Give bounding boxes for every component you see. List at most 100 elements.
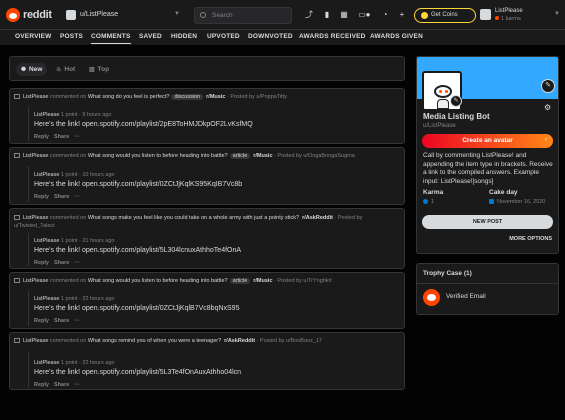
comment-meta-user[interactable]: ListPlease	[34, 238, 59, 244]
posted-by[interactable]: · Posted by u/OogaBoogaSugma	[274, 153, 355, 159]
chat-bubble-icon[interactable]: ●	[363, 10, 373, 20]
comment-card[interactable]: ListPlease commented on What song do you…	[9, 88, 405, 144]
thread-line	[28, 291, 29, 326]
share-button[interactable]: Share	[54, 260, 69, 266]
share-button[interactable]: Share	[54, 382, 69, 388]
thread-line	[28, 166, 29, 202]
commented-on-text: commented on	[49, 278, 87, 284]
profile-card: ✎ ✎ ⚙ Media Listing Bot u/ListPlease Cre…	[416, 56, 559, 254]
sort-new-button[interactable]: ✺ New	[16, 63, 48, 76]
new-post-button[interactable]: NEW POST	[422, 215, 553, 229]
subreddit-link[interactable]: r/Music	[253, 278, 272, 284]
tab-hidden[interactable]: HIDDEN	[171, 33, 197, 40]
post-flair: article	[229, 278, 251, 284]
share-button[interactable]: Share	[54, 318, 69, 324]
comment-meta-user[interactable]: ListPlease	[34, 172, 59, 178]
comment-meta-user[interactable]: ListPlease	[34, 296, 59, 302]
stats-icon[interactable]: ▮	[322, 10, 332, 20]
comment-text: Here's the link! open.spotify.com/playli…	[34, 121, 253, 128]
get-coins-button[interactable]: Get Coins	[414, 8, 476, 23]
comment-author[interactable]: ListPlease	[23, 215, 48, 221]
cakeday-label: Cake day	[489, 189, 518, 196]
comment-card[interactable]: ListPlease commented on What song would …	[9, 147, 405, 205]
comment-author[interactable]: ListPlease	[23, 278, 48, 284]
comment-card[interactable]: ListPlease commented on What songs make …	[9, 208, 405, 269]
sort-new-label: New	[29, 66, 43, 73]
profile-description: Call by commenting ListPlease! and appen…	[423, 152, 553, 185]
reply-button[interactable]: Reply	[34, 382, 49, 388]
posted-by[interactable]: · Posted by u/TrYnghkrl	[274, 278, 332, 284]
more-options-button[interactable]: ···	[74, 134, 80, 140]
top-icon: ▥	[89, 67, 95, 73]
subreddit-link[interactable]: r/AskReddit	[224, 338, 255, 344]
tab-awards-given[interactable]: AWARDS GIVEN	[370, 33, 423, 40]
share-button[interactable]: Share	[54, 134, 69, 140]
comment-meta-user[interactable]: ListPlease	[34, 112, 59, 118]
tab-saved[interactable]: SAVED	[139, 33, 162, 40]
sort-top-button[interactable]: ▥ Top	[84, 63, 114, 76]
edit-avatar-icon[interactable]: ✎	[450, 95, 462, 107]
reply-button[interactable]: Reply	[34, 260, 49, 266]
comment-card[interactable]: ListPlease commented on What songs remin…	[9, 332, 405, 390]
comment-meta: ListPlease 1 point · 10 hours ago	[34, 172, 114, 178]
post-flair: article	[229, 153, 251, 159]
qr-icon[interactable]: ▦	[339, 10, 349, 20]
post-title[interactable]: What song do you feel is perfect?	[88, 94, 170, 100]
search-placeholder: Search	[212, 12, 233, 19]
reply-button[interactable]: Reply	[34, 194, 49, 200]
posted-by[interactable]: · Posted by u/PoppaTitty	[227, 94, 287, 100]
subreddit-link[interactable]: r/AskReddit	[302, 215, 333, 221]
comment-meta-user[interactable]: ListPlease	[34, 360, 59, 366]
thread-line	[28, 107, 29, 141]
tab-overview[interactable]: OVERVIEW	[15, 33, 52, 40]
commented-on-text: commented on	[49, 215, 87, 221]
reply-button[interactable]: Reply	[34, 134, 49, 140]
chevron-right-icon: ›	[544, 136, 547, 143]
reply-button[interactable]: Reply	[34, 318, 49, 324]
user-name: ListPlease	[495, 8, 523, 14]
brand-wordmark[interactable]: reddit	[23, 9, 52, 21]
tab-awards-received[interactable]: AWARDS RECEIVED	[299, 33, 366, 40]
tab-upvoted[interactable]: UPVOTED	[207, 33, 240, 40]
edit-banner-icon[interactable]: ✎	[541, 79, 555, 93]
comment-author[interactable]: ListPlease	[23, 153, 48, 159]
tab-posts[interactable]: POSTS	[60, 33, 83, 40]
create-post-icon[interactable]: +	[397, 10, 407, 20]
comment-text: Here's the link! open.spotify.com/playli…	[34, 247, 242, 254]
post-title[interactable]: What song would you listen to before hea…	[88, 153, 228, 159]
sort-hot-button[interactable]: ♨ Hot	[51, 63, 80, 76]
comment-author[interactable]: ListPlease	[23, 338, 48, 344]
gear-icon[interactable]: ⚙	[544, 103, 551, 112]
more-options-button[interactable]: ···	[74, 318, 80, 324]
notification-bell-icon[interactable]: ◔	[380, 10, 390, 20]
create-avatar-button[interactable]: Create an avatar ›	[422, 134, 553, 148]
more-options-button[interactable]: ···	[74, 382, 80, 388]
chevron-down-icon: ▼	[554, 11, 560, 17]
subreddit-link[interactable]: r/Music	[253, 153, 272, 159]
post-line: ListPlease commented on What song would …	[14, 278, 400, 288]
comment-author[interactable]: ListPlease	[23, 94, 48, 100]
verified-email-trophy-icon	[423, 289, 440, 306]
tab-downvoted[interactable]: DOWNVOTED	[248, 33, 293, 40]
coin-icon	[421, 12, 428, 19]
user-menu[interactable]: ListPlease 1 karma ▼	[480, 7, 560, 25]
post-title[interactable]: What songs make you feel like you could …	[88, 215, 299, 221]
post-title[interactable]: What songs remind you of when you were a…	[88, 338, 221, 344]
reddit-logo-icon[interactable]	[6, 8, 20, 22]
thread-line	[28, 352, 29, 387]
share-button[interactable]: Share	[54, 194, 69, 200]
comment-meta-info: 1 point · 9 hours ago	[60, 112, 112, 118]
more-options-button[interactable]: ···	[74, 194, 80, 200]
tab-comments[interactable]: COMMENTS	[91, 33, 131, 44]
post-title[interactable]: What song would you listen to before hea…	[88, 278, 228, 284]
trending-icon[interactable]: ⤴	[304, 10, 314, 20]
comment-card[interactable]: ListPlease commented on What song would …	[9, 272, 405, 329]
more-options-link[interactable]: MORE OPTIONS	[509, 236, 552, 242]
more-options-button[interactable]: ···	[74, 260, 80, 266]
search-input[interactable]: Search	[194, 7, 292, 24]
user-karma-text: 1 karma	[501, 16, 521, 22]
subreddit-link[interactable]: r/Music	[206, 94, 225, 100]
posted-by[interactable]: · Posted by u/BooBooz_17	[257, 338, 322, 344]
comment-icon	[14, 215, 20, 221]
community-selector[interactable]: u/ListPlease ▼	[66, 8, 184, 23]
